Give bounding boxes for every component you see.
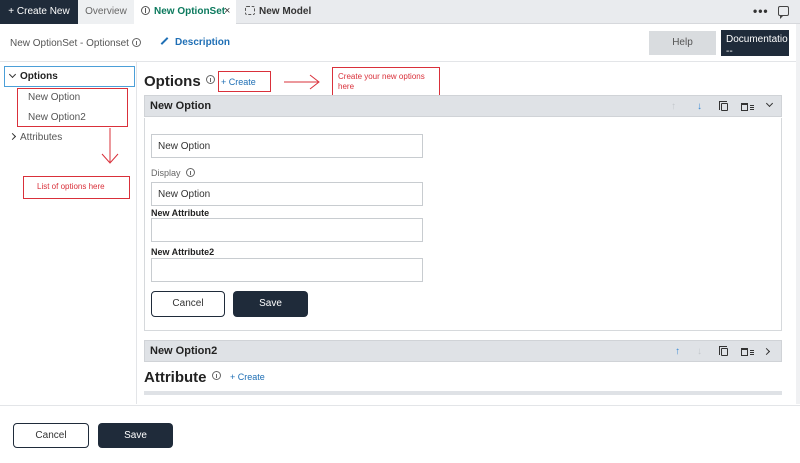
copy-icon[interactable] [719,346,728,356]
tab-new-model[interactable]: New Model [240,0,330,24]
chevron-down-icon[interactable] [8,70,17,79]
display-input[interactable]: New Option [151,182,423,206]
tab-new-optionset[interactable]: New OptionSet [134,0,236,24]
delete-icon[interactable] [741,348,748,356]
create-option-link[interactable]: + Create [221,77,256,87]
description-label: Description [175,37,231,48]
annotation-arrow-right [284,74,320,90]
breadcrumb-label: New OptionSet - Optionset [10,38,129,49]
move-down-icon[interactable]: ↓ [697,101,702,112]
breadcrumb: New OptionSet - Optionset [10,38,141,49]
create-attribute-link[interactable]: + Create [230,372,265,382]
annotation-create-note: Create your new options here [338,72,425,91]
attribute-section-strip [144,391,782,395]
chevron-right-icon[interactable] [8,132,17,141]
tree-label: Options [20,71,58,82]
new-attribute-label: New Attribute [151,208,210,218]
help-button[interactable]: Help [649,31,716,55]
tree-item-attributes[interactable]: Attributes [8,132,63,143]
option-cancel-button[interactable]: Cancel [151,291,225,317]
page-header: New OptionSet - Optionset Description He… [0,24,800,62]
new-attribute-input[interactable] [151,218,423,242]
delete-lines-icon [750,350,754,351]
option-card-title: New Option [150,100,212,112]
annotation-box-options-list [17,88,128,127]
documentation-button[interactable]: Documentatio -- [721,30,789,56]
option2-card-header[interactable]: New Option2 ↑ ↓ [144,340,782,362]
annotation-arrow-down [101,128,119,164]
options-title: Options [144,73,215,90]
info-icon[interactable] [205,75,215,84]
delete-icon[interactable] [741,103,748,111]
display-label-text: Display [151,168,181,178]
more-menu-icon[interactable]: ••• [753,4,769,18]
tab-overview[interactable]: Overview [78,0,134,24]
copy-icon[interactable] [719,101,728,111]
new-attribute2-label: New Attribute2 [151,247,215,257]
info-icon[interactable] [131,38,141,47]
attribute-title-text: Attribute [144,369,207,386]
tab-bar: + Create New Overview New OptionSet × Ne… [0,0,800,24]
option-name-input[interactable]: New Option [151,134,423,158]
option2-card-title: New Option2 [150,345,218,357]
description-link[interactable]: Description [160,37,230,48]
pencil-icon [160,37,169,45]
delete-lines-icon [750,105,754,106]
close-tab-icon[interactable]: × [224,0,230,24]
tab-label: New OptionSet [154,6,226,17]
chat-icon[interactable] [778,6,789,19]
option-card-header[interactable]: New Option ↑ ↓ [144,95,782,117]
info-icon[interactable] [185,168,195,177]
tab-label: New Model [259,6,312,17]
display-label: Display [151,168,195,178]
chevron-right-icon[interactable] [762,347,771,356]
move-down-icon: ↓ [697,346,702,357]
footer-save-button[interactable]: Save [98,423,173,448]
tree-item-options[interactable]: Options [4,66,135,87]
model-icon [245,6,255,15]
create-new-button[interactable]: + Create New [0,0,78,24]
move-up-icon[interactable]: ↑ [675,346,680,357]
new-attribute2-input[interactable] [151,258,423,282]
tree-label: Attributes [20,132,63,143]
option-save-button[interactable]: Save [233,291,308,317]
move-up-icon: ↑ [671,101,676,112]
chevron-down-icon[interactable] [765,99,774,108]
annotation-list-note: List of options here [37,182,105,191]
footer-cancel-button[interactable]: Cancel [13,423,89,448]
attribute-title: Attribute [144,369,221,386]
scrollbar[interactable] [796,24,800,404]
info-icon[interactable] [211,371,221,380]
options-title-text: Options [144,73,201,90]
info-icon [141,6,150,15]
